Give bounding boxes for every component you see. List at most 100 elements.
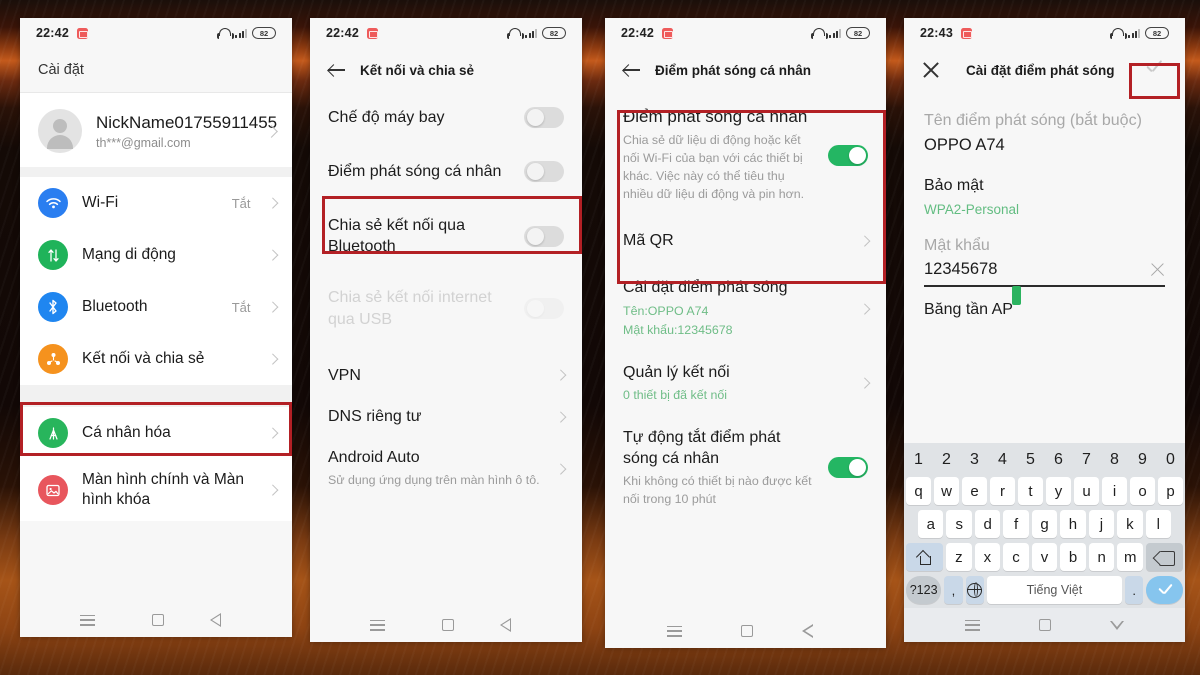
hide-keyboard-icon[interactable] xyxy=(1109,620,1124,630)
clear-icon[interactable] xyxy=(1150,262,1165,277)
key-c[interactable]: c xyxy=(1003,543,1029,571)
row-manage-connections[interactable]: Quản lý kết nối 0 thiết bị đã kết nối xyxy=(605,349,886,415)
key-6[interactable]: 6 xyxy=(1046,448,1071,472)
row-personal-hotspot[interactable]: Điểm phát sóng cá nhân xyxy=(310,143,582,201)
key-s[interactable]: s xyxy=(946,510,972,538)
field-password[interactable]: Mật khẩu 12345678 xyxy=(904,217,1185,279)
key-e[interactable]: e xyxy=(962,477,987,505)
notification-icon xyxy=(960,27,972,39)
confirm-check-icon[interactable] xyxy=(1141,60,1167,80)
key-a[interactable]: a xyxy=(918,510,944,538)
field-ap-band[interactable]: Băng tần AP xyxy=(904,287,1185,320)
key-n[interactable]: n xyxy=(1088,543,1115,571)
keyboard-row-4: ?123 , Tiếng Việt . xyxy=(906,576,1183,604)
appbar-hotspot-settings: Cài đặt điểm phát sóng xyxy=(904,48,1185,92)
home-icon[interactable] xyxy=(741,625,754,637)
home-lock-screen-icon xyxy=(38,475,68,506)
sidebar-item-home-lock-screen[interactable]: Màn hình chính và Màn hình khóa xyxy=(20,459,292,522)
key-q[interactable]: q xyxy=(906,477,931,505)
page-title: Điểm phát sóng cá nhân xyxy=(655,62,812,78)
key-k[interactable]: k xyxy=(1117,510,1143,538)
sidebar-item-personalization[interactable]: Cá nhân hóa xyxy=(20,407,292,459)
close-icon[interactable] xyxy=(922,61,940,79)
key-9[interactable]: 9 xyxy=(1130,448,1155,472)
menu-icon[interactable] xyxy=(370,619,386,631)
home-icon[interactable] xyxy=(441,619,454,631)
key-x[interactable]: x xyxy=(974,543,1001,571)
field-hotspot-name[interactable]: Tên điểm phát sóng (bắt buộc) OPPO A74 xyxy=(904,92,1185,155)
account-row[interactable]: NickName01755911455 th***@gmail.com xyxy=(20,93,292,167)
enter-check-icon[interactable] xyxy=(1146,576,1183,604)
sidebar-item-mobile-network[interactable]: Mạng di động xyxy=(20,229,292,281)
sidebar-item-bluetooth[interactable]: Bluetooth Tắt xyxy=(20,281,292,333)
period-key[interactable]: . xyxy=(1125,576,1144,604)
key-w[interactable]: w xyxy=(934,477,959,505)
airplane-mode-toggle[interactable] xyxy=(524,107,564,129)
key-u[interactable]: u xyxy=(1074,477,1099,505)
password-input[interactable]: 12345678 xyxy=(924,260,1142,279)
key-d[interactable]: d xyxy=(974,510,1001,538)
symbols-key[interactable]: ?123 xyxy=(906,576,942,604)
home-icon[interactable] xyxy=(1038,619,1051,631)
menu-icon[interactable] xyxy=(666,625,682,637)
row-airplane-mode[interactable]: Chế độ máy bay xyxy=(310,92,582,144)
key-y[interactable]: y xyxy=(1046,477,1071,505)
key-z[interactable]: z xyxy=(946,543,972,571)
personal-hotspot-toggle[interactable] xyxy=(524,161,564,183)
key-4[interactable]: 4 xyxy=(990,448,1015,472)
row-bluetooth-tethering[interactable]: Chia sẻ kết nối qua Bluetooth xyxy=(310,200,582,273)
key-7[interactable]: 7 xyxy=(1074,448,1099,472)
back-icon[interactable] xyxy=(209,613,232,627)
key-0[interactable]: 0 xyxy=(1158,448,1183,472)
globe-icon[interactable] xyxy=(965,576,984,604)
row-auto-disable-hotspot[interactable]: Tự động tắt điểm phát sóng cá nhân Khi k… xyxy=(605,414,886,524)
back-icon[interactable] xyxy=(499,618,522,632)
key-f[interactable]: f xyxy=(1003,510,1029,538)
comma-key[interactable]: , xyxy=(944,576,963,604)
key-2[interactable]: 2 xyxy=(934,448,959,472)
key-p[interactable]: p xyxy=(1158,477,1183,505)
chevron-right-icon xyxy=(266,301,278,313)
space-key[interactable]: Tiếng Việt xyxy=(986,576,1123,604)
field-security[interactable]: Bảo mật WPA2-Personal xyxy=(904,155,1185,216)
home-icon[interactable] xyxy=(151,614,164,626)
key-l[interactable]: l xyxy=(1145,510,1171,538)
sidebar-item-wifi[interactable]: Wi-Fi Tắt xyxy=(20,177,292,229)
key-o[interactable]: o xyxy=(1130,477,1155,505)
row-private-dns[interactable]: DNS riêng tư xyxy=(310,395,582,437)
key-3[interactable]: 3 xyxy=(962,448,987,472)
key-r[interactable]: r xyxy=(990,477,1015,505)
personal-hotspot-toggle[interactable] xyxy=(828,144,868,166)
key-1[interactable]: 1 xyxy=(906,448,931,472)
row-hotspot-main[interactable]: Điểm phát sóng cá nhân Chia sẻ dữ liệu d… xyxy=(605,92,886,217)
sidebar-item-connection-share[interactable]: Kết nối và chia sẻ xyxy=(20,333,292,385)
back-arrow-icon[interactable] xyxy=(623,63,641,77)
back-arrow-icon[interactable] xyxy=(328,63,346,77)
key-b[interactable]: b xyxy=(1060,543,1086,571)
key-j[interactable]: j xyxy=(1088,510,1115,538)
key-8[interactable]: 8 xyxy=(1102,448,1127,472)
menu-icon[interactable] xyxy=(80,614,96,626)
row-qr-code[interactable]: Mã QR xyxy=(605,216,886,266)
backspace-icon[interactable] xyxy=(1145,543,1184,571)
back-icon[interactable] xyxy=(802,624,824,638)
appbar-settings: Cài đặt xyxy=(20,48,292,92)
key-5[interactable]: 5 xyxy=(1018,448,1043,472)
key-h[interactable]: h xyxy=(1060,510,1086,538)
row-android-auto[interactable]: Android Auto Sử dụng ứng dụng trên màn h… xyxy=(310,436,582,500)
key-g[interactable]: g xyxy=(1031,510,1058,538)
usb-tethering-toggle xyxy=(524,298,564,320)
auto-disable-hotspot-toggle[interactable] xyxy=(828,457,868,479)
hotspot-name-input[interactable]: OPPO A74 xyxy=(924,136,1165,155)
row-vpn[interactable]: VPN xyxy=(310,344,582,396)
bluetooth-tethering-toggle[interactable] xyxy=(524,225,564,247)
sidebar-item-value: Tắt xyxy=(231,195,251,211)
row-hotspot-settings[interactable]: Cài đặt điểm phát sóng Tên:OPPO A74 Mật … xyxy=(605,265,886,350)
shift-icon[interactable] xyxy=(905,543,944,571)
key-v[interactable]: v xyxy=(1031,543,1058,571)
headphone-icon xyxy=(811,27,829,39)
menu-icon[interactable] xyxy=(965,619,981,631)
key-t[interactable]: t xyxy=(1018,477,1043,505)
key-m[interactable]: m xyxy=(1117,543,1143,571)
key-i[interactable]: i xyxy=(1102,477,1127,505)
